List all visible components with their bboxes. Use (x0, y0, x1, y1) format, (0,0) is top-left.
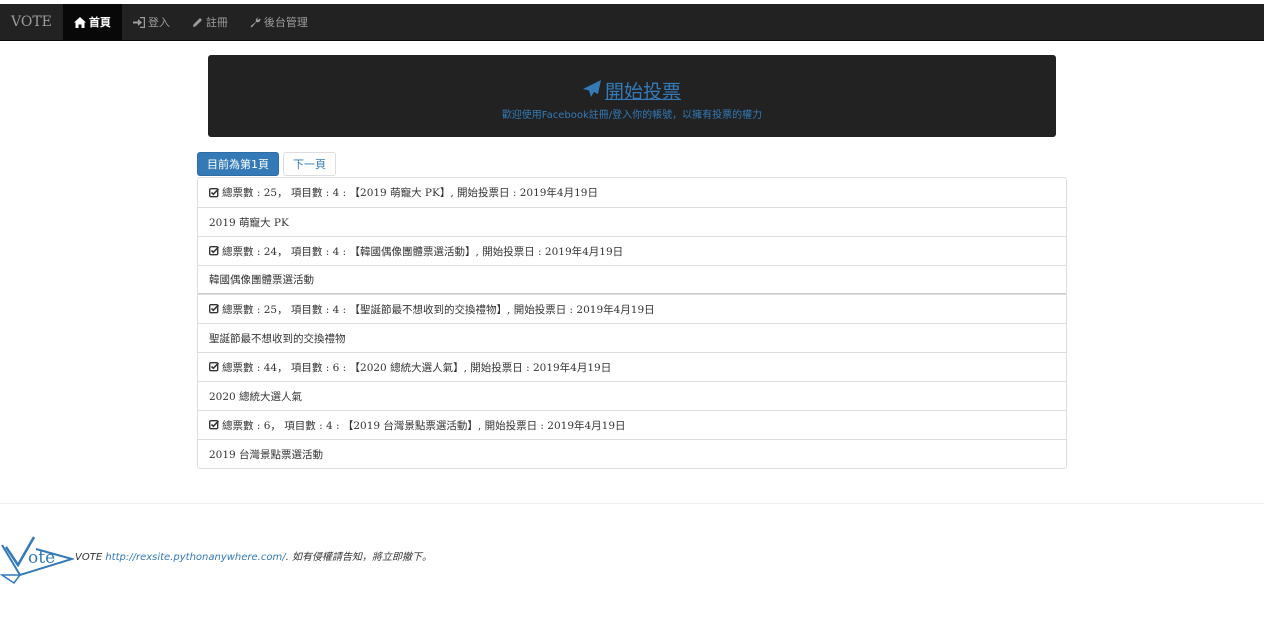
footer-brand: VOTE (75, 552, 103, 563)
poll-name-row[interactable]: 2019 萌寵大 PK (198, 207, 1066, 236)
next-page-button[interactable]: 下一頁 (283, 152, 336, 176)
footer-divider (0, 503, 1264, 504)
poll-summary-row[interactable]: 總票數 : 25， 項目數 : 4 : 【聖誕節最不想收到的交換禮物】, 開始投… (198, 294, 1066, 323)
nav-item-register[interactable]: 註冊 (181, 4, 239, 40)
footer: ote VOTE http://rexsite.pythonanywhere.c… (0, 527, 1264, 587)
poll-name-row[interactable]: 聖誕節最不想收到的交換禮物 (198, 323, 1066, 352)
nav-item-home[interactable]: 首頁 (62, 4, 122, 40)
nav-item-label: 後台管理 (263, 16, 308, 29)
pencil-icon (192, 17, 203, 28)
check-square-icon (209, 187, 219, 198)
hero-subtitle: 歡迎使用Facebook註冊/登入你的帳號，以擁有投票的權力 (501, 110, 763, 121)
check-square-icon (209, 362, 219, 372)
check-square-icon (209, 304, 219, 314)
pagination: 目前為第1頁 下一頁 (197, 152, 336, 176)
hero-title: 開始投票 (604, 81, 681, 103)
poll-summary-text: 總票數 : 6， 項目數 : 4 : 【2019 台灣景點票選活動】, 開始投票… (222, 419, 626, 432)
footer-link[interactable]: http://rexsite.pythonanywhere.com/ (105, 552, 285, 563)
nav-item-label: 註冊 (205, 16, 228, 29)
poll-summary-row[interactable]: 總票數 : 6， 項目數 : 4 : 【2019 台灣景點票選活動】, 開始投票… (198, 410, 1066, 439)
check-square-icon (209, 246, 219, 256)
poll-summary-row[interactable]: 總票數 : 24， 項目數 : 4 : 【韓國偶像團體票選活動】, 開始投票日 … (198, 236, 1066, 265)
hero-banner: 開始投票 歡迎使用Facebook註冊/登入你的帳號，以擁有投票的權力 (208, 55, 1056, 137)
footer-notice: . 如有侵權請告知，將立即撤下。 (285, 552, 432, 563)
check-square-icon (209, 420, 219, 430)
poll-summary-text: 總票數 : 25， 項目數 : 4 : 【2019 萌寵大 PK】, 開始投票日… (222, 187, 598, 199)
poll-summary-text: 總票數 : 25， 項目數 : 4 : 【聖誕節最不想收到的交換禮物】, 開始投… (222, 303, 655, 316)
poll-summary-text: 總票數 : 44， 項目數 : 6 : 【2020 總統大選人氣】, 開始投票日… (222, 361, 612, 374)
wrench-icon (250, 17, 261, 28)
vote-logo: ote (0, 527, 76, 590)
svg-text:ote: ote (28, 548, 55, 568)
poll-summary-row[interactable]: 總票數 : 44， 項目數 : 6 : 【2020 總統大選人氣】, 開始投票日… (198, 352, 1066, 381)
poll-list: 總票數 : 25， 項目數 : 4 : 【2019 萌寵大 PK】, 開始投票日… (197, 177, 1067, 469)
nav-item-login[interactable]: 登入 (122, 4, 181, 40)
current-page-button[interactable]: 目前為第1頁 (197, 152, 279, 176)
send-icon (582, 79, 601, 102)
login-icon (132, 16, 145, 28)
nav-item-admin[interactable]: 後台管理 (239, 4, 319, 40)
footer-text: VOTE http://rexsite.pythonanywhere.com/.… (75, 548, 432, 563)
navbar: VOTE 首頁 登入 註冊 後台管理 (0, 4, 1264, 41)
start-voting-link[interactable]: 開始投票 (208, 77, 1056, 104)
home-icon (73, 16, 86, 28)
brand-link[interactable]: VOTE (0, 4, 63, 40)
poll-name-row[interactable]: 2020 總統大選人氣 (198, 381, 1066, 410)
poll-name-row[interactable]: 2019 台灣景點票選活動 (198, 439, 1066, 468)
poll-summary-text: 總票數 : 24， 項目數 : 4 : 【韓國偶像團體票選活動】, 開始投票日 … (222, 245, 624, 258)
nav-item-label: 登入 (147, 16, 170, 29)
nav-item-label: 首頁 (88, 16, 111, 29)
poll-summary-row[interactable]: 總票數 : 25， 項目數 : 4 : 【2019 萌寵大 PK】, 開始投票日… (198, 178, 1066, 207)
poll-name-row[interactable]: 韓國偶像團體票選活動 (198, 265, 1066, 294)
